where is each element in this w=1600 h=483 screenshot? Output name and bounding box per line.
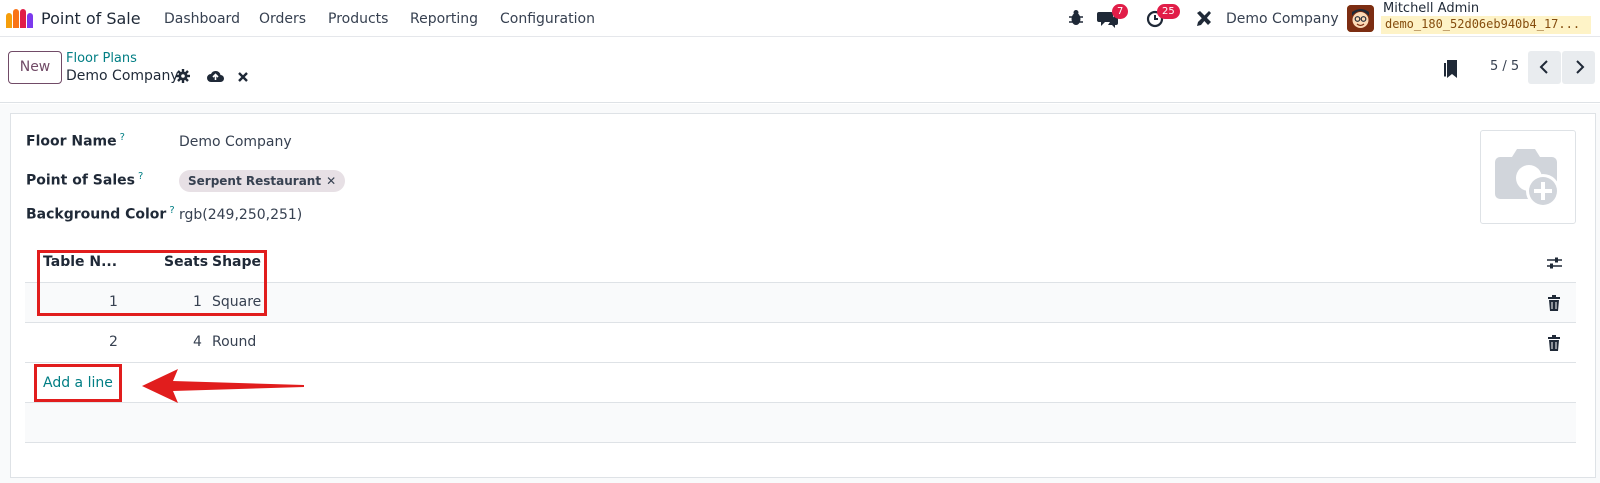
messages-badge: 7 [1112,4,1129,19]
avatar[interactable] [1347,5,1374,32]
menu-orders[interactable]: Orders [259,11,306,27]
image-upload[interactable] [1480,130,1576,224]
annotation-highlight-columns [37,250,267,316]
control-panel: New Floor Plans Demo Company 5 / 5 [0,38,1600,103]
pager-previous-button[interactable] [1528,51,1561,84]
cloud-upload-icon[interactable] [207,69,224,83]
cell-shape[interactable]: Round [212,334,256,350]
pos-tag-serpent-restaurant[interactable]: Serpent Restaurant ✕ [179,170,346,192]
bug-icon[interactable] [1068,9,1084,27]
menu-dashboard[interactable]: Dashboard [164,11,240,27]
breadcrumb-current: Demo Company [66,68,179,84]
trash-icon[interactable] [1547,295,1561,311]
floor-name-field[interactable]: Demo Company [179,134,292,150]
bookmark-icon[interactable] [1443,59,1459,79]
trash-icon[interactable] [1547,335,1561,351]
top-navbar: Point of Sale Dashboard Orders Products … [0,0,1600,37]
cell-table-number[interactable]: 2 [109,334,118,350]
camera-plus-icon [1495,149,1560,208]
company-switcher[interactable]: Demo Company [1226,11,1339,27]
tag-remove-icon[interactable]: ✕ [326,174,336,188]
pos-tag-label: Serpent Restaurant [188,174,322,188]
activities-badge: 25 [1157,4,1180,19]
menu-products[interactable]: Products [328,11,388,27]
menu-configuration[interactable]: Configuration [500,11,595,27]
annotation-highlight-add-line [34,364,122,402]
menu-reporting[interactable]: Reporting [410,11,478,27]
database-name: demo_180_52d06eb940b4_17... [1381,16,1591,34]
close-icon[interactable] [237,71,249,83]
point-of-sales-label: Point of Sales? [26,171,144,189]
new-button[interactable]: New [8,51,62,84]
pager-value[interactable]: 5 / 5 [1490,59,1519,74]
annotation-arrow-icon [142,369,304,403]
floor-name-label: Floor Name? [26,132,125,150]
gear-icon[interactable] [176,69,190,83]
pager-next-button[interactable] [1562,51,1595,84]
chevron-right-icon [1575,60,1584,74]
tools-icon[interactable] [1195,9,1213,27]
help-icon[interactable]: ? [169,205,174,216]
pos-logo-icon[interactable] [6,9,34,28]
user-name[interactable]: Mitchell Admin [1383,1,1479,16]
help-icon[interactable]: ? [120,132,125,143]
background-color-label: Background Color? [26,205,175,223]
table-empty-row [25,403,1576,443]
app-title[interactable]: Point of Sale [41,9,141,28]
table-row[interactable]: 2 4 Round [25,323,1576,363]
sliders-icon[interactable] [1547,256,1562,270]
chevron-left-icon [1539,60,1548,74]
background-color-field[interactable]: rgb(249,250,251) [179,207,302,223]
help-icon[interactable]: ? [138,171,143,182]
breadcrumb-floor-plans[interactable]: Floor Plans [66,51,137,66]
cell-seats[interactable]: 4 [193,334,202,350]
